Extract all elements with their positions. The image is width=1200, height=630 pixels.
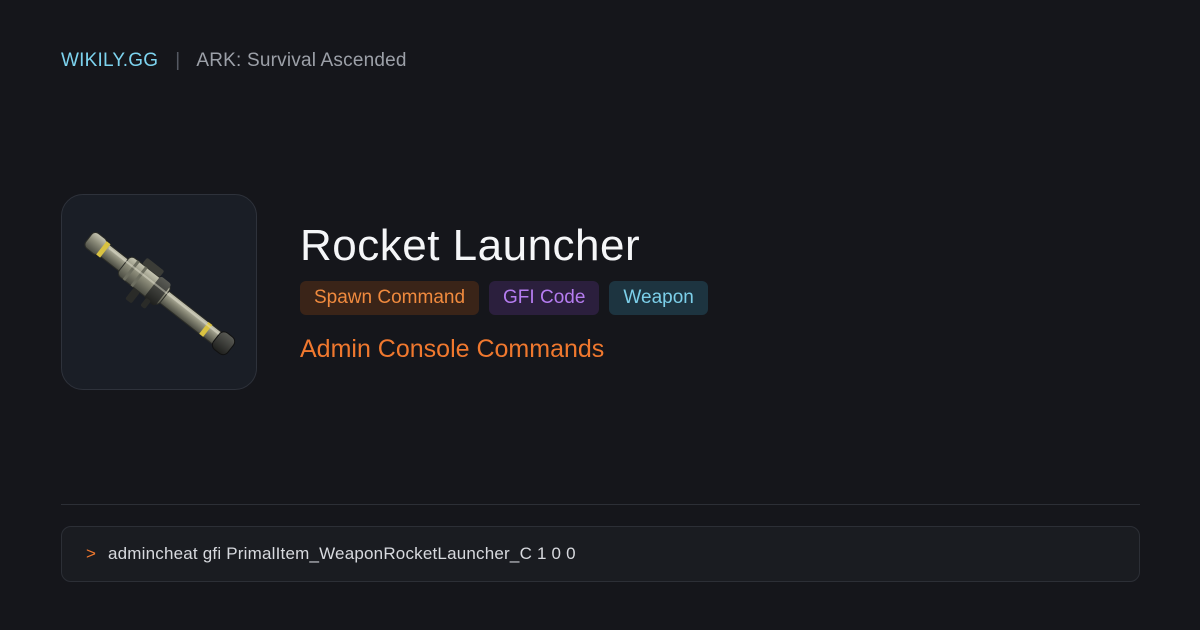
game-name[interactable]: ARK: Survival Ascended xyxy=(196,50,406,72)
divider xyxy=(61,504,1140,505)
badge-list: Spawn Command GFI Code Weapon xyxy=(300,281,708,315)
command-text[interactable]: admincheat gfi PrimalItem_WeaponRocketLa… xyxy=(108,544,576,564)
header: WIKILY.GG | ARK: Survival Ascended xyxy=(61,49,407,73)
brand-link[interactable]: WIKILY.GG xyxy=(61,50,158,72)
badge-spawn-command: Spawn Command xyxy=(300,281,480,315)
rocket-launcher-icon xyxy=(84,232,236,356)
badge-weapon: Weapon xyxy=(609,281,708,315)
prompt-chevron-icon: > xyxy=(86,544,96,563)
header-separator: | xyxy=(175,50,181,71)
item-subtitle: Admin Console Commands xyxy=(300,335,605,363)
page: WIKILY.GG | ARK: Survival Ascended Rocke… xyxy=(0,0,1200,630)
item-icon-frame xyxy=(61,194,257,390)
badge-gfi-code: GFI Code xyxy=(489,281,600,315)
command-box[interactable]: > admincheat gfi PrimalItem_WeaponRocket… xyxy=(61,526,1140,582)
item-title: Rocket Launcher xyxy=(300,221,641,270)
